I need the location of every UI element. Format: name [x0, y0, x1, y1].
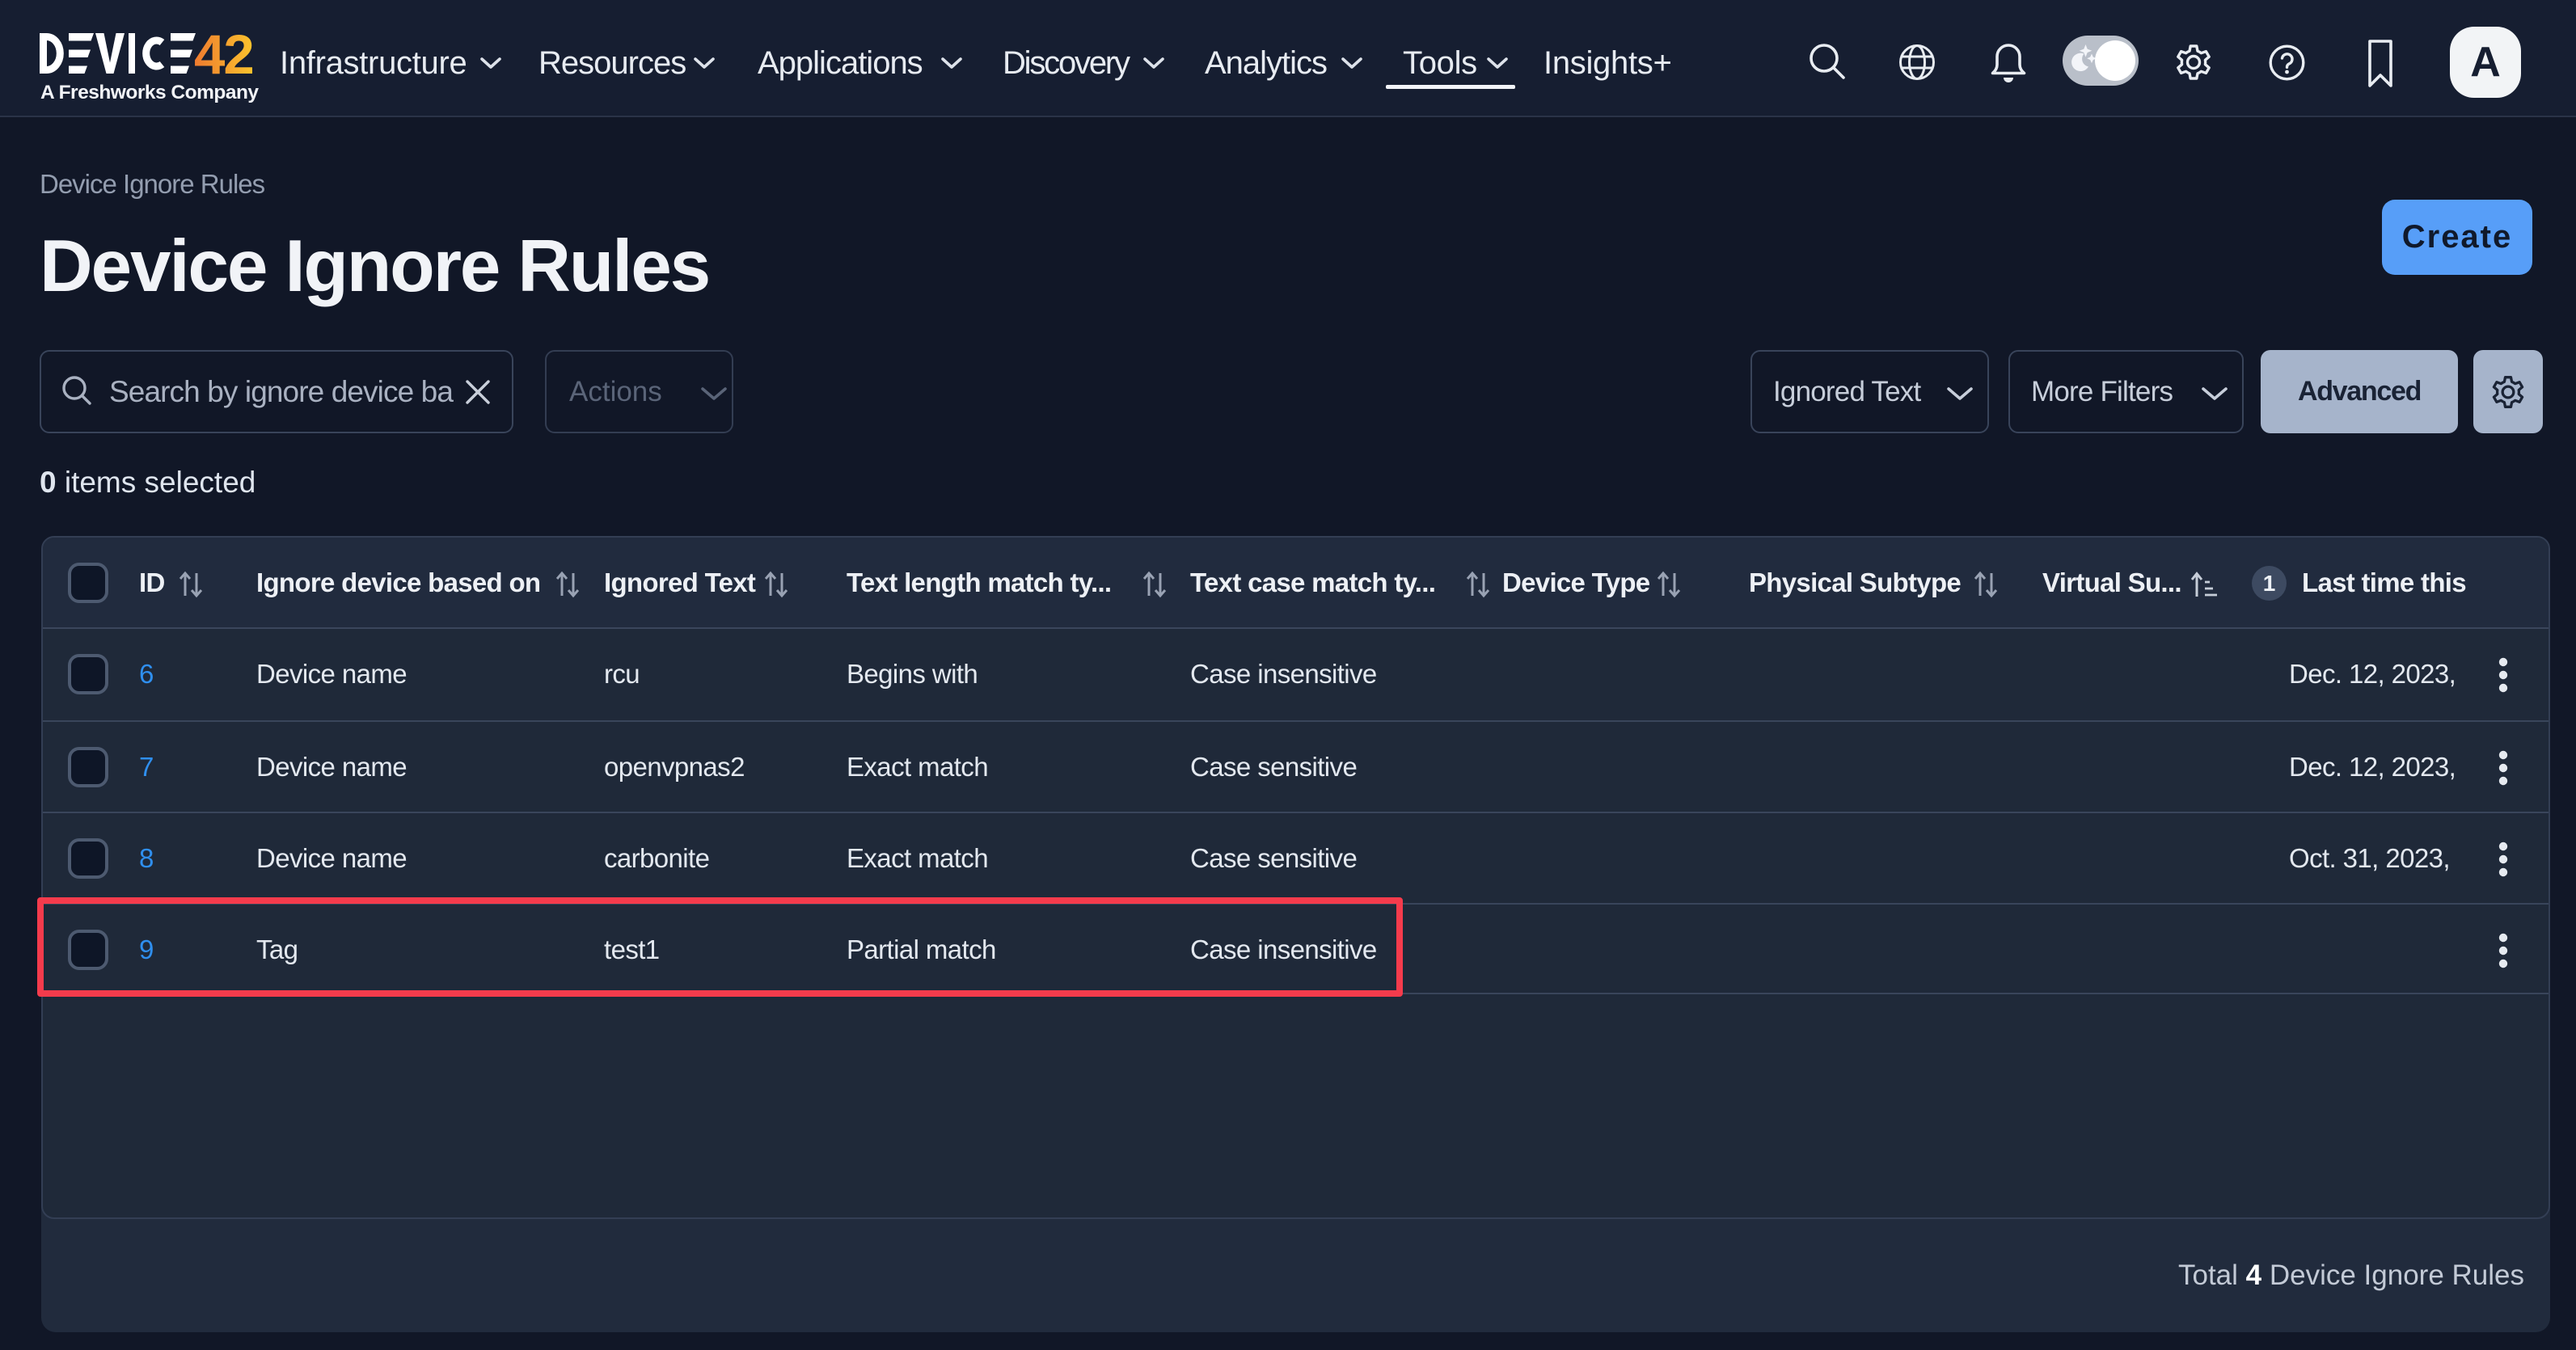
svg-text:A Freshworks Company: A Freshworks Company: [40, 82, 259, 103]
svg-text:42: 42: [194, 24, 253, 86]
